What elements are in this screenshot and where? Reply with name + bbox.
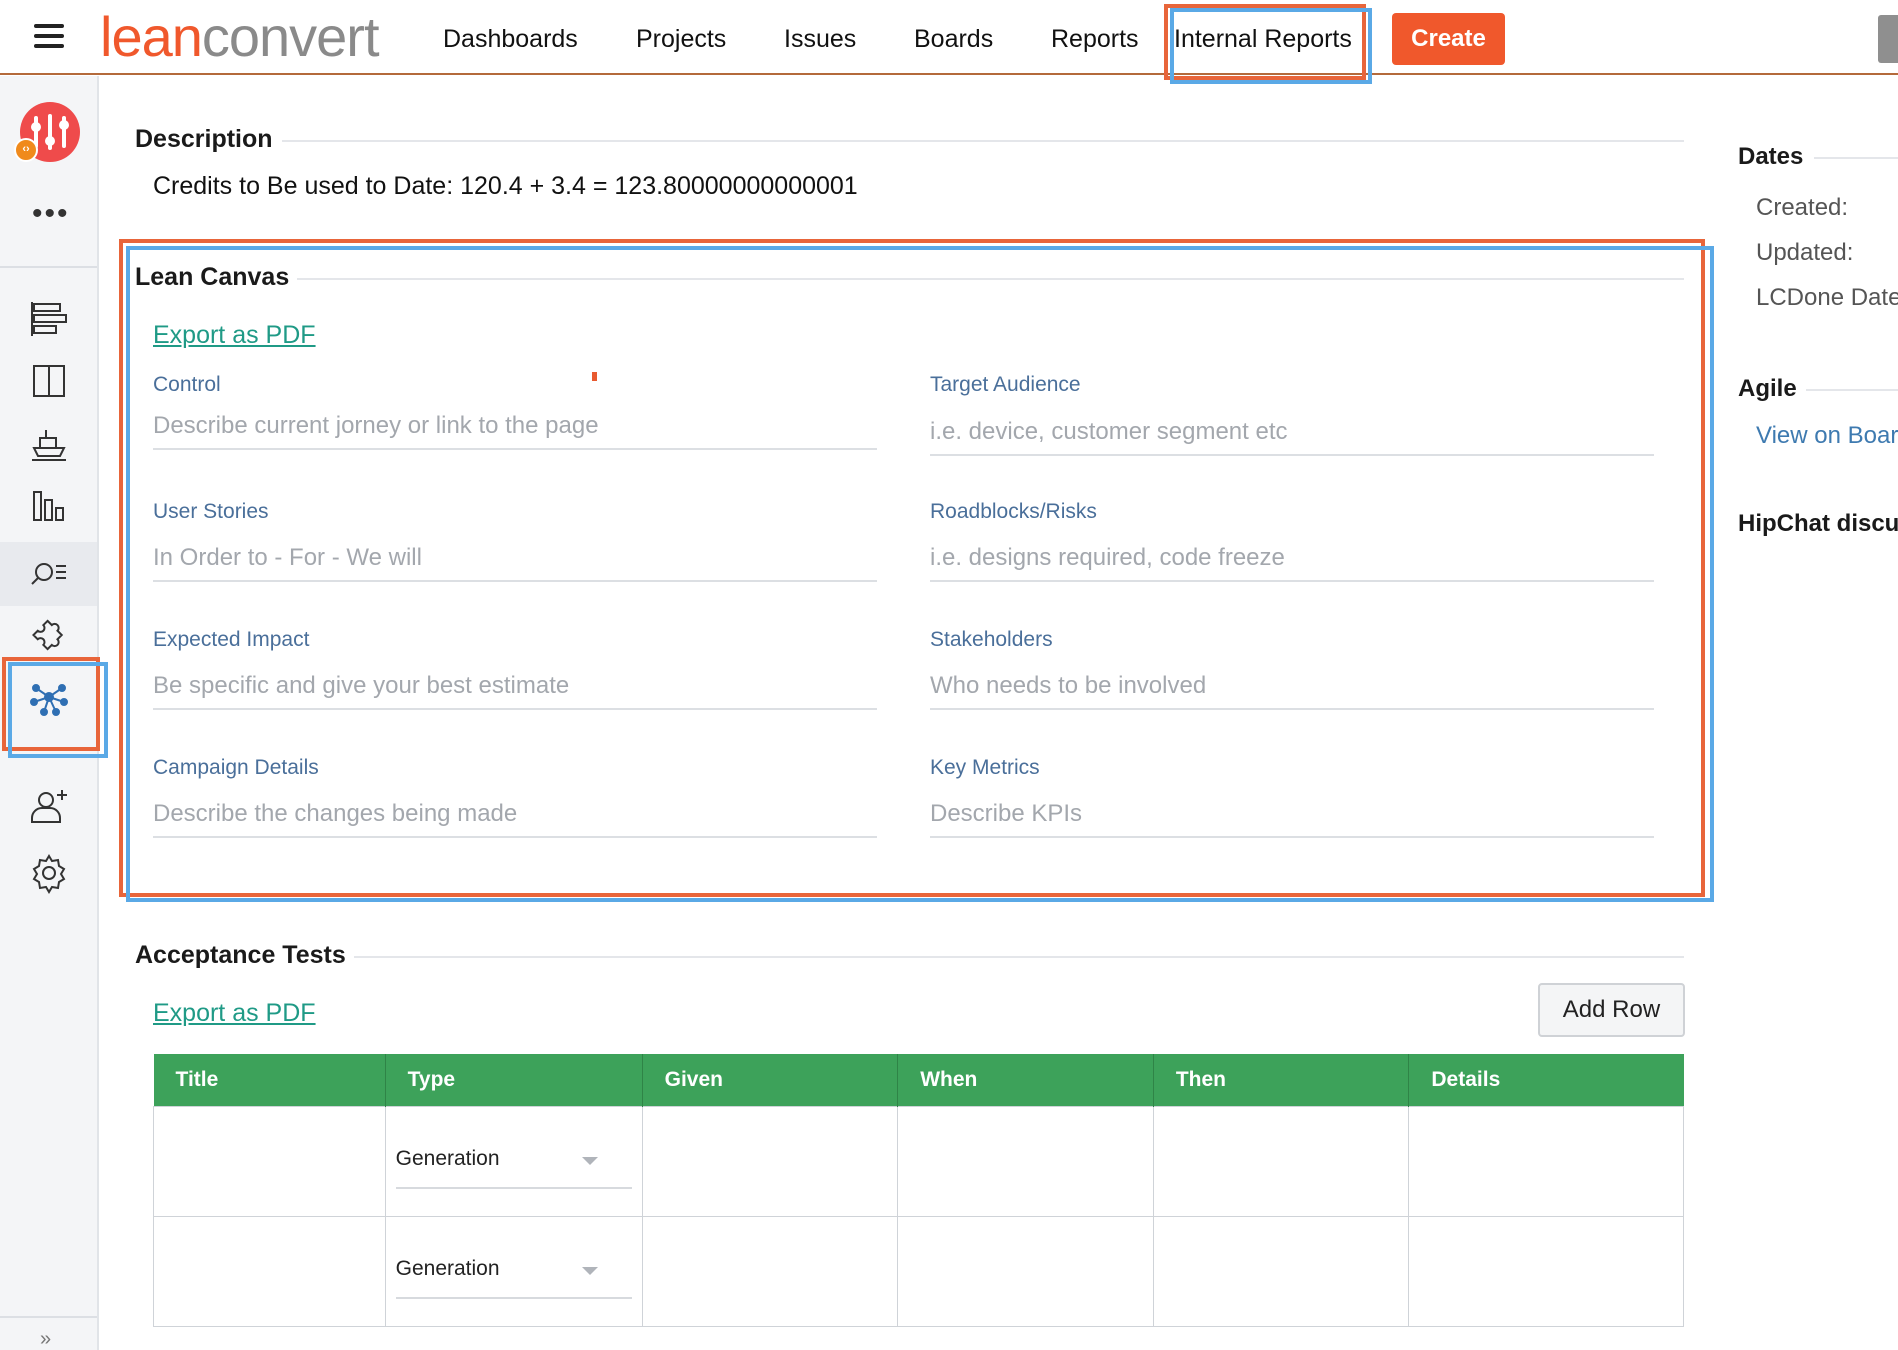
expand-sidebar-icon[interactable]: » — [40, 1328, 51, 1350]
column-header-type[interactable]: Type — [385, 1054, 643, 1106]
acceptance-tests-divider — [354, 956, 1684, 958]
column-header-details[interactable]: Details — [1408, 1054, 1684, 1106]
internal-reports-highlight-blue — [1170, 8, 1372, 84]
type-select-value: Generation — [395, 1257, 500, 1280]
then-cell[interactable] — [1152, 1215, 1410, 1327]
agile-title: Agile — [1738, 375, 1797, 402]
then-cell[interactable] — [1152, 1105, 1410, 1217]
details-cell[interactable] — [1408, 1105, 1684, 1217]
campaign-details-input[interactable] — [153, 792, 877, 838]
table-row: Generation — [153, 1105, 1684, 1217]
top-navigation-bar: leanconvert Dashboards Projects Issues B… — [0, 0, 1898, 75]
when-cell[interactable] — [897, 1105, 1154, 1217]
agile-divider — [1806, 389, 1898, 391]
more-icon[interactable]: ••• — [32, 199, 70, 229]
title-cell[interactable] — [153, 1215, 386, 1327]
roadblocks-risks-input[interactable] — [930, 536, 1654, 582]
acceptance-export-pdf-link[interactable]: Export as PDF — [153, 999, 316, 1028]
reports-icon[interactable] — [26, 482, 72, 528]
target-audience-input[interactable] — [930, 410, 1654, 456]
description-title: Description — [135, 125, 273, 153]
expected-impact-label: Expected Impact — [153, 628, 310, 651]
dates-divider — [1814, 157, 1898, 159]
details-cell[interactable] — [1408, 1215, 1684, 1327]
column-header-when[interactable]: When — [897, 1054, 1154, 1106]
expected-impact-input[interactable] — [153, 664, 877, 710]
create-button[interactable]: Create — [1392, 13, 1505, 65]
user-stories-input[interactable] — [153, 536, 877, 582]
roadblocks-risks-label: Roadblocks/Risks — [930, 500, 1097, 523]
acceptance-tests-table: Title Type Given When Then Details Gener… — [153, 1054, 1684, 1327]
code-badge-icon: ‹› — [14, 138, 38, 162]
network-icon-highlight-blue — [8, 662, 108, 758]
key-metrics-input[interactable] — [930, 792, 1654, 838]
type-cell: Generation — [384, 1215, 643, 1327]
control-input[interactable] — [153, 404, 877, 450]
add-row-button[interactable]: Add Row — [1538, 983, 1685, 1037]
type-select[interactable]: Generation — [395, 1133, 632, 1189]
lean-canvas-divider — [297, 278, 1684, 280]
stakeholders-label: Stakeholders — [930, 628, 1053, 651]
given-cell[interactable] — [641, 1215, 899, 1327]
nav-projects[interactable]: Projects — [636, 24, 726, 54]
user-stories-label: User Stories — [153, 500, 269, 523]
description-divider — [282, 140, 1684, 142]
settings-icon[interactable] — [26, 850, 72, 896]
topbar-overflow-edge — [1878, 15, 1898, 63]
menu-icon[interactable] — [34, 24, 64, 48]
rail-divider — [0, 266, 97, 268]
column-header-title[interactable]: Title — [153, 1054, 386, 1106]
nav-issues[interactable]: Issues — [784, 24, 856, 54]
type-cell: Generation — [384, 1105, 643, 1217]
target-audience-label: Target Audience — [930, 373, 1081, 396]
search-list-icon[interactable] — [26, 550, 72, 596]
roadmap-icon[interactable] — [26, 296, 72, 342]
hipchat-title: HipChat discussions — [1738, 510, 1898, 537]
title-cell[interactable] — [153, 1105, 386, 1217]
puzzle-icon[interactable] — [26, 612, 72, 658]
dates-title: Dates — [1738, 143, 1804, 170]
campaign-details-label: Campaign Details — [153, 756, 319, 779]
view-on-board-link[interactable]: View on Board — [1756, 422, 1898, 450]
updated-label: Updated: — [1756, 239, 1854, 266]
column-header-then[interactable]: Then — [1153, 1054, 1410, 1106]
rail-bottom-divider — [0, 1316, 97, 1318]
nav-reports[interactable]: Reports — [1051, 24, 1139, 54]
description-text: Credits to Be used to Date: 120.4 + 3.4 … — [153, 172, 858, 200]
chevron-down-icon — [581, 1157, 598, 1165]
key-metrics-label: Key Metrics — [930, 756, 1040, 779]
red-marker — [592, 372, 597, 381]
column-header-given[interactable]: Given — [642, 1054, 899, 1106]
chevron-down-icon — [581, 1267, 598, 1275]
acceptance-tests-title: Acceptance Tests — [135, 941, 346, 969]
lean-canvas-title: Lean Canvas — [135, 263, 290, 291]
when-cell[interactable] — [897, 1215, 1154, 1327]
table-row: Generation — [153, 1215, 1684, 1327]
nav-boards[interactable]: Boards — [914, 24, 993, 54]
lcdone-date-label: LCDone Date — [1756, 284, 1898, 311]
board-icon[interactable] — [26, 358, 72, 404]
type-select[interactable]: Generation — [395, 1243, 632, 1299]
table-header-row: Title Type Given When Then Details — [153, 1054, 1684, 1106]
app-logo[interactable]: leanconvert — [100, 6, 380, 68]
control-label: Control — [153, 373, 221, 396]
lean-canvas-export-pdf-link[interactable]: Export as PDF — [153, 321, 316, 350]
stakeholders-input[interactable] — [930, 664, 1654, 710]
nav-dashboards[interactable]: Dashboards — [443, 24, 578, 54]
ship-icon[interactable] — [26, 420, 72, 466]
type-select-value: Generation — [395, 1147, 500, 1170]
created-label: Created: — [1756, 194, 1849, 221]
given-cell[interactable] — [641, 1105, 899, 1217]
add-user-icon[interactable] — [26, 784, 72, 830]
